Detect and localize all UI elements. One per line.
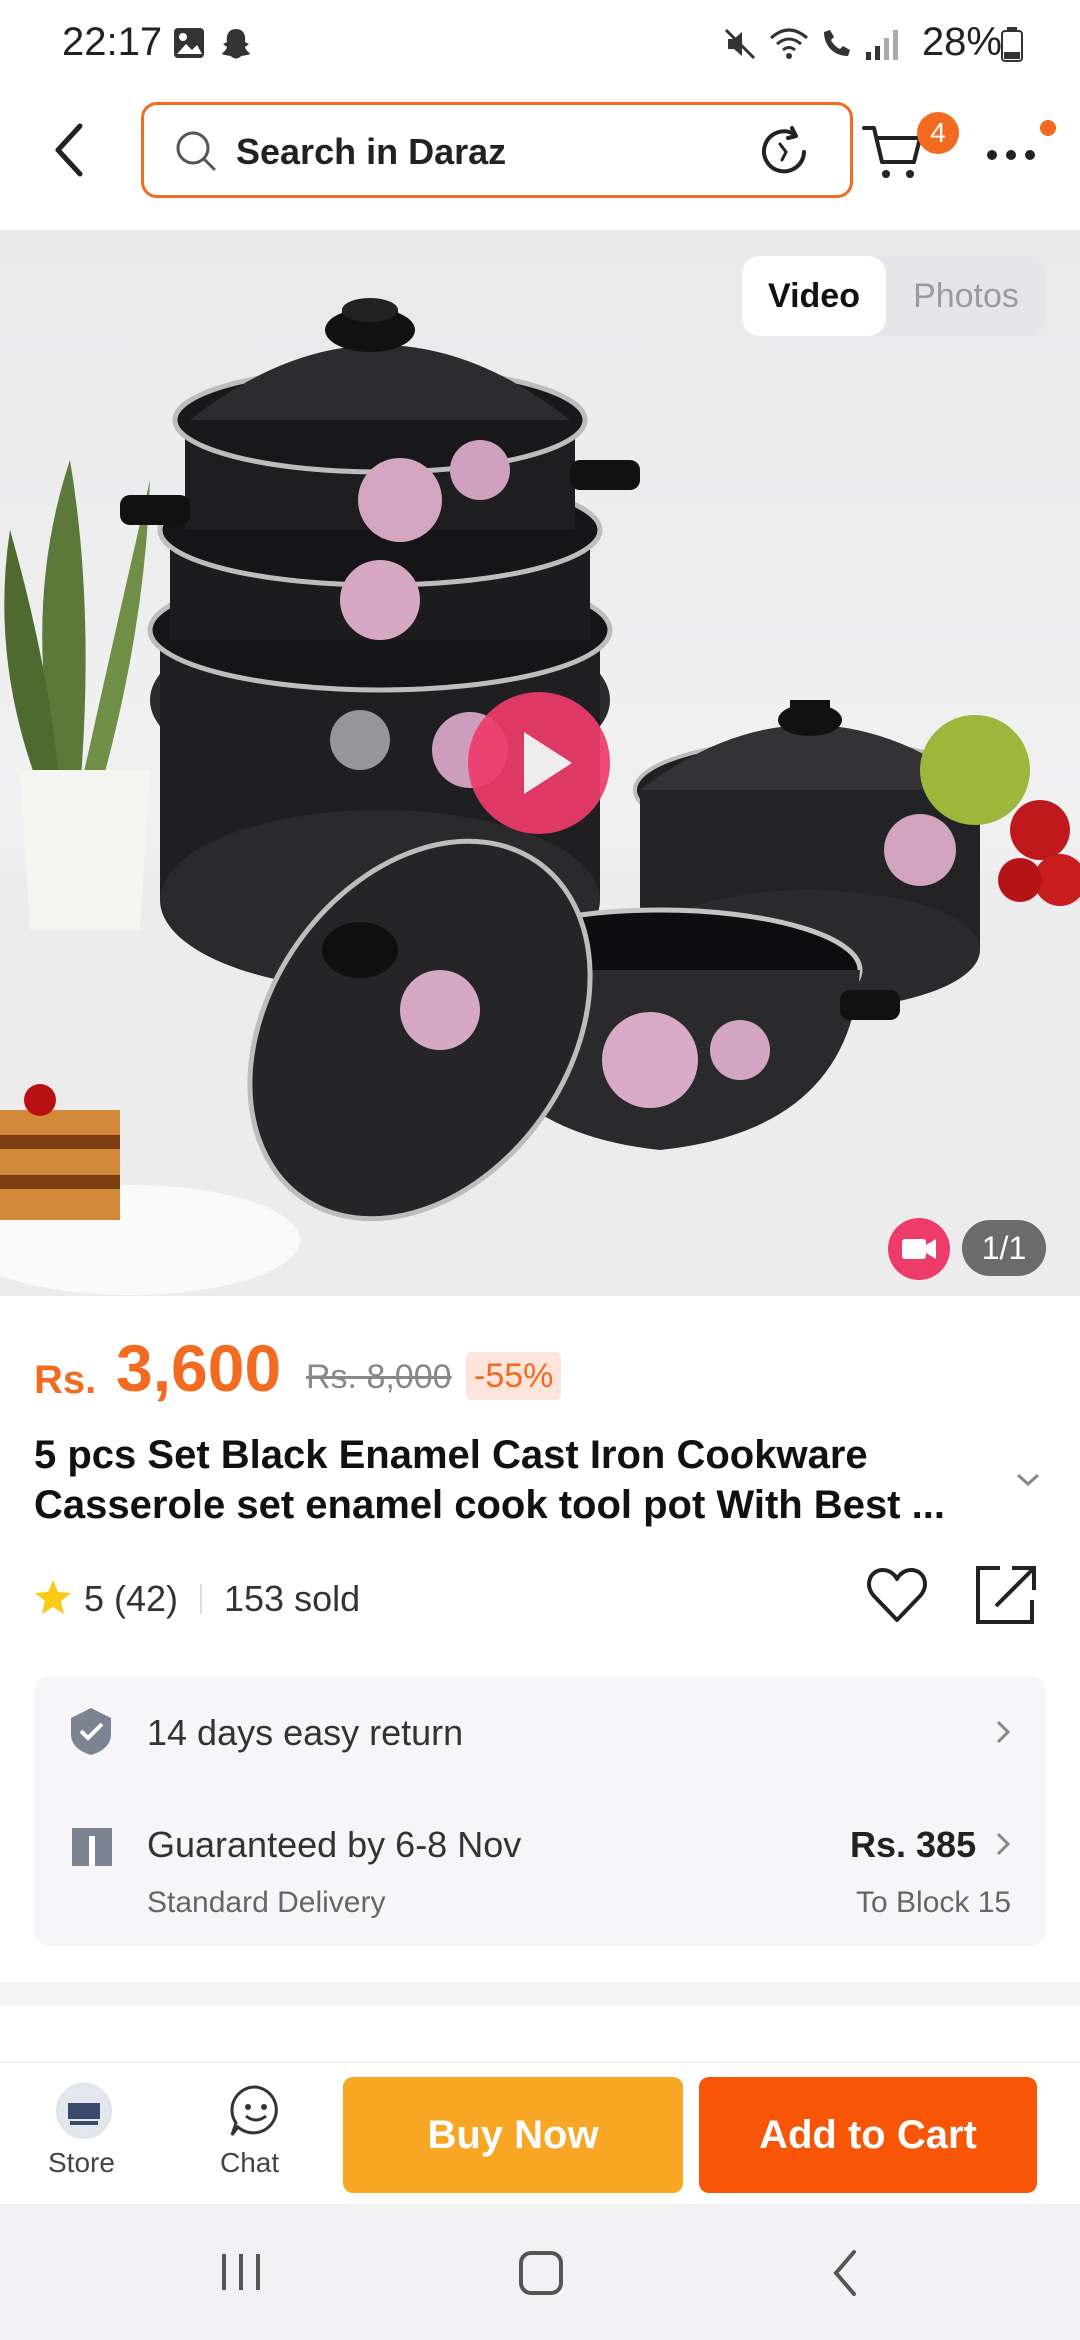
play-button[interactable] bbox=[468, 692, 610, 834]
bottom-action-bar: Store Chat Buy Now Add to Cart bbox=[0, 2062, 1080, 2205]
shield-check-icon bbox=[68, 1706, 114, 1761]
search-input[interactable]: Search in Daraz bbox=[141, 102, 853, 198]
chat-button[interactable]: Chat bbox=[200, 2079, 308, 2189]
tab-photos[interactable]: Photos bbox=[886, 256, 1046, 336]
star-icon bbox=[34, 1578, 72, 1625]
services-card: 14 days easy return Guaranteed by 6-8 No… bbox=[34, 1676, 1046, 1946]
plant-decoration bbox=[4, 460, 150, 930]
product-media[interactable]: Video Photos 1/1 bbox=[0, 230, 1080, 1296]
top-header: Search in Daraz 4 bbox=[0, 90, 1080, 230]
store-label: Store bbox=[48, 2147, 115, 2178]
wishlist-heart-icon[interactable] bbox=[866, 1566, 928, 1629]
home-icon[interactable] bbox=[518, 2250, 564, 2301]
delivery-fee: Rs. 385 bbox=[850, 1824, 977, 1865]
system-nav-bar bbox=[0, 2204, 1080, 2340]
delivery-location: To Block 15 bbox=[856, 1886, 1012, 1919]
media-counter: 1/1 bbox=[962, 1220, 1046, 1276]
discount-badge: -55% bbox=[466, 1352, 562, 1400]
wifi-icon bbox=[768, 26, 810, 67]
store-button[interactable]: Store bbox=[30, 2079, 138, 2189]
cart-count-badge: 4 bbox=[917, 112, 959, 154]
video-indicator-icon bbox=[888, 1218, 950, 1280]
more-options-icon[interactable] bbox=[986, 148, 1036, 167]
snapchat-icon bbox=[218, 26, 254, 67]
share-icon[interactable] bbox=[974, 1564, 1038, 1631]
play-icon bbox=[524, 732, 572, 794]
delivery-row[interactable]: Guaranteed by 6-8 Nov Standard Delivery … bbox=[34, 1786, 1046, 1946]
store-logo-icon bbox=[56, 2083, 112, 2139]
notification-dot bbox=[1040, 120, 1056, 136]
current-price: 3,600 bbox=[116, 1331, 282, 1405]
buy-now-button[interactable]: Buy Now bbox=[343, 2077, 683, 2193]
chevron-right-icon bbox=[994, 1830, 1012, 1863]
price-currency: Rs. bbox=[34, 1358, 97, 1402]
refresh-icon[interactable] bbox=[756, 124, 812, 185]
chevron-down-icon[interactable] bbox=[1014, 1470, 1042, 1495]
recent-apps-icon[interactable] bbox=[218, 2250, 264, 2299]
cart-icon[interactable] bbox=[862, 122, 924, 187]
review-count: (42) bbox=[114, 1578, 179, 1619]
battery-percent: 28% bbox=[921, 20, 1002, 64]
signal-icon bbox=[864, 26, 900, 67]
section-divider bbox=[0, 1982, 1080, 2006]
status-bar: 22:17 28% bbox=[0, 0, 1080, 90]
return-policy-text: 14 days easy return bbox=[147, 1712, 464, 1753]
chevron-right-icon bbox=[994, 1718, 1012, 1751]
back-nav-icon[interactable] bbox=[830, 2248, 860, 2303]
battery-icon bbox=[1000, 26, 1024, 67]
sold-count: 153 sold bbox=[224, 1578, 361, 1619]
delivery-type: Standard Delivery bbox=[147, 1886, 386, 1919]
media-toggle: Video Photos bbox=[742, 256, 1046, 336]
price-row: Rs. 3,600 Rs. 8,000 -55% bbox=[34, 1330, 1034, 1420]
product-title: 5 pcs Set Black Enamel Cast Iron Cookwar… bbox=[34, 1433, 945, 1527]
delivery-estimate: Guaranteed by 6-8 Nov bbox=[147, 1824, 522, 1865]
add-to-cart-button[interactable]: Add to Cart bbox=[699, 2077, 1037, 2193]
original-price: Rs. 8,000 bbox=[306, 1358, 452, 1396]
chat-icon bbox=[228, 2083, 284, 2144]
rating-divider bbox=[200, 1584, 202, 1614]
back-arrow-icon[interactable] bbox=[50, 122, 90, 183]
delivery-box-icon bbox=[70, 1824, 114, 1873]
rating-row[interactable]: 5 (42) 153 sold bbox=[34, 1572, 634, 1622]
rating-score: 5 bbox=[84, 1578, 105, 1619]
chat-label: Chat bbox=[220, 2147, 280, 2178]
search-icon bbox=[174, 129, 218, 178]
wifi-call-icon bbox=[818, 26, 858, 67]
return-policy-row[interactable]: 14 days easy return bbox=[34, 1676, 1046, 1786]
tab-video[interactable]: Video bbox=[742, 256, 886, 336]
gallery-icon bbox=[172, 26, 206, 65]
search-placeholder: Search in Daraz bbox=[236, 131, 507, 172]
status-time: 22:17 bbox=[62, 20, 163, 64]
mute-icon bbox=[722, 26, 758, 67]
